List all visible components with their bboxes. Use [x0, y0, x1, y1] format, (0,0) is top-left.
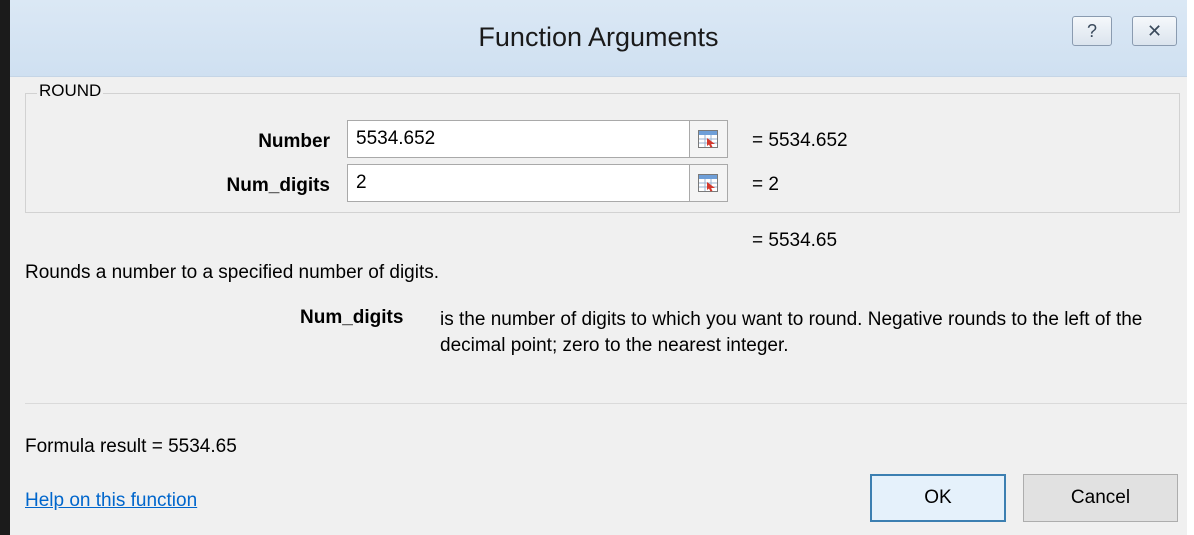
- num-digits-evaluated-value: = 2: [752, 174, 779, 195]
- function-result-preview: = 5534.65: [752, 230, 838, 251]
- close-icon: ✕: [1146, 20, 1163, 41]
- question-icon: ?: [1086, 20, 1097, 41]
- num-digits-range-button[interactable]: [690, 164, 728, 202]
- num-digits-label: Num_digits: [226, 175, 330, 196]
- window-edge-right: [1187, 0, 1194, 535]
- number-label: Number: [258, 131, 330, 152]
- help-button[interactable]: ?: [1072, 16, 1112, 46]
- title-bar[interactable]: Function Arguments ? ✕: [10, 0, 1187, 77]
- function-arguments-dialog: Function Arguments ? ✕ ROUND Number = 55…: [0, 0, 1194, 535]
- function-name: ROUND: [37, 81, 104, 101]
- help-on-function-link[interactable]: Help on this function: [25, 490, 197, 512]
- collapse-range-icon: [698, 130, 718, 148]
- num-digits-input[interactable]: [347, 164, 690, 202]
- cancel-button[interactable]: Cancel: [1023, 474, 1178, 522]
- argument-help-text: is the number of digits to which you wan…: [440, 309, 1143, 356]
- function-description: Rounds a number to a specified number of…: [25, 262, 440, 283]
- collapse-range-icon: [698, 174, 718, 192]
- divider: [25, 403, 1187, 404]
- close-button[interactable]: ✕: [1132, 16, 1177, 46]
- dialog-title: Function Arguments: [478, 22, 719, 52]
- argument-help-name: Num_digits: [300, 307, 404, 328]
- number-range-button[interactable]: [690, 120, 728, 158]
- number-input[interactable]: [347, 120, 690, 158]
- number-evaluated-value: = 5534.652: [752, 130, 848, 151]
- ok-button[interactable]: OK: [870, 474, 1006, 522]
- window-edge: [0, 0, 10, 535]
- formula-result: Formula result = 5534.65: [25, 436, 237, 457]
